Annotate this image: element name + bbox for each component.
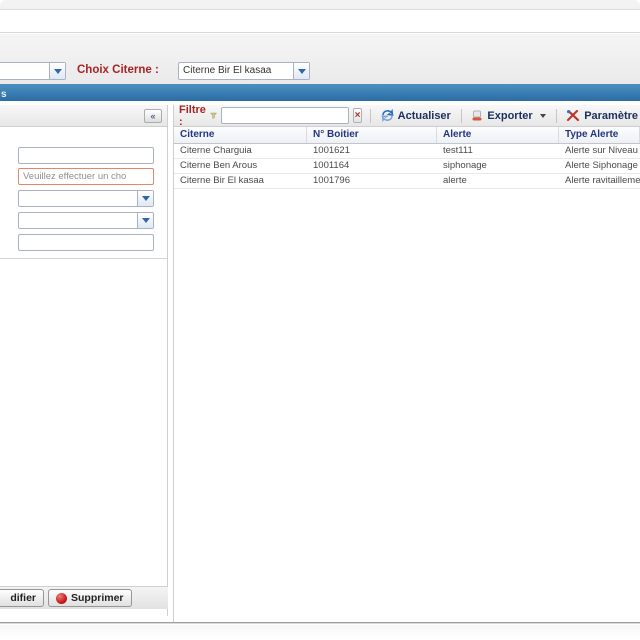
form-field-1[interactable] [18,147,154,164]
section-title-bar: s [0,84,640,101]
cell-type-alerte: Alerte ravitaillemen [559,174,640,188]
cell-citerne: Citerne Ben Arous [174,159,307,173]
export-button-label: Exporter [487,110,532,122]
grid-header-row: Citerne N° Boitier Alerte Type Alerte [174,127,640,144]
choix-citerne-label: Choix Citerne : [77,64,159,76]
settings-button[interactable]: Paramètre [564,109,640,122]
app-header-toolbar [0,34,640,84]
cell-type-alerte: Alerte sur Niveau d [559,144,640,158]
chevron-down-icon [142,196,150,201]
delete-icon [56,593,67,604]
column-header-boitier[interactable]: N° Boitier [307,127,437,143]
form-combobox-2[interactable] [18,212,154,229]
tools-icon [566,109,580,122]
citerne-combobox-value: Citerne Bir El kasaa [179,63,293,79]
chevron-down-icon [142,218,150,223]
toolbar-separator [461,109,462,123]
filtre-label: Filtre : [179,104,206,128]
form-combobox-1[interactable] [18,190,154,207]
cell-boitier: 1001796 [307,174,437,188]
refresh-button[interactable]: Actualiser [379,109,453,122]
clear-filter-button[interactable]: × [353,108,362,123]
alerts-grid-panel: Filtre : × Actualiser [173,105,640,622]
column-header-citerne[interactable]: Citerne [174,127,307,143]
column-header-alerte[interactable]: Alerte [437,127,559,143]
window-chrome-top [0,0,640,10]
left-header-combobox-value [0,63,49,79]
form-combobox-2-value [19,213,137,228]
section-title-fragment: s [1,89,7,100]
combo-trigger-button[interactable] [137,213,153,228]
filter-input[interactable] [221,107,349,124]
cell-citerne: Citerne Charguia [174,144,307,158]
window-chrome-band [0,11,640,33]
form-field-5[interactable] [18,234,154,251]
table-row[interactable]: Citerne Bir El kasaa 1001796 alerte Aler… [174,174,640,189]
refresh-icon [381,109,394,122]
export-menu-caret-icon[interactable] [540,114,546,118]
cell-alerte: siphonage [437,159,559,173]
cell-boitier: 1001621 [307,144,437,158]
chevron-down-icon [298,69,306,74]
combo-trigger-button[interactable] [137,191,153,206]
cell-alerte: test111 [437,144,559,158]
detail-form-panel: « Veuillez effectuer un cho difier [0,105,168,616]
combo-trigger-button[interactable] [49,63,65,79]
modify-button-label: difier [10,592,36,604]
left-panel-footer: difier Supprimer [0,586,168,609]
modify-button[interactable]: difier [0,589,44,607]
refresh-button-label: Actualiser [398,110,451,122]
citerne-combobox[interactable]: Citerne Bir El kasaa [178,62,310,80]
cell-citerne: Citerne Bir El kasaa [174,174,307,188]
table-row[interactable]: Citerne Ben Arous 1001164 siphonage Aler… [174,159,640,174]
delete-button[interactable]: Supprimer [48,589,132,607]
cell-alerte: alerte [437,174,559,188]
table-row[interactable]: Citerne Charguia 1001621 test111 Alerte … [174,144,640,159]
toolbar-separator [556,109,557,123]
settings-button-label: Paramètre [584,110,638,122]
export-icon [471,110,483,122]
window-bottom-area [0,625,640,640]
toolbar-separator [370,109,371,123]
cell-type-alerte: Alerte Siphonage c [559,159,640,173]
detail-form: Veuillez effectuer un cho [0,127,167,259]
form-field-invalid[interactable]: Veuillez effectuer un cho [18,168,154,185]
app-window: Choix Citerne : Citerne Bir El kasaa s «… [0,0,640,640]
grid-toolbar: Filtre : × Actualiser [174,105,640,127]
main-content: « Veuillez effectuer un cho difier [0,101,640,622]
collapse-panel-button[interactable]: « [144,109,162,123]
form-combobox-1-value [19,191,137,206]
column-header-type-alerte[interactable]: Type Alerte [559,127,640,143]
chevron-down-icon [54,69,62,74]
combo-trigger-button[interactable] [293,63,309,79]
left-panel-toolbar: « [0,105,167,127]
delete-button-label: Supprimer [71,592,124,604]
filter-funnel-icon [210,109,217,122]
window-bottom-border [0,622,640,624]
cell-boitier: 1001164 [307,159,437,173]
export-button[interactable]: Exporter [469,110,547,122]
left-header-combobox[interactable] [0,62,66,80]
